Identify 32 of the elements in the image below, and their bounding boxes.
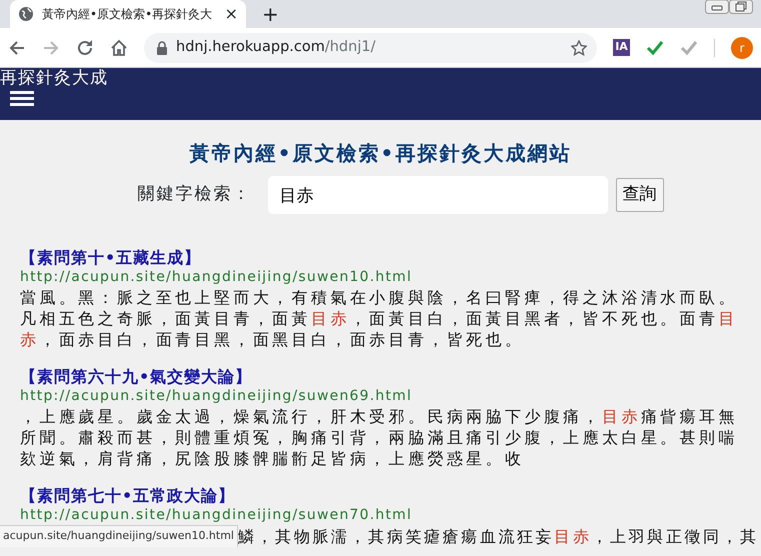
site-brand[interactable]: 再探針灸大成 [0, 68, 108, 88]
search-field[interactable]: 目赤 [268, 176, 608, 214]
menu-icon[interactable] [10, 91, 34, 107]
result-link[interactable]: http://acupun.site/huangdineijing/suwen69.html [20, 387, 412, 406]
page-title: 黃帝內經•原文檢索•再探針灸大成網站 [190, 140, 572, 167]
lock-icon [156, 40, 168, 54]
star-icon[interactable] [571, 40, 587, 56]
result-link[interactable]: http://acupun.site/huangdineijing/suwen10.html [20, 268, 412, 287]
result-heading[interactable]: 【素問第十•五藏生成】 [20, 248, 202, 268]
search-label: 關鍵字檢索： [138, 183, 252, 206]
home-icon[interactable] [110, 38, 128, 56]
search-button[interactable]: 查詢 [616, 178, 664, 212]
tab-close-button[interactable]: × [224, 2, 238, 26]
result-snippet: 當風。黑：脈之至也上堅而大，有積氣在小腹與陰，名曰腎痺，得之沐浴清水而臥。凡相五色之奇脈，面黃目青，面黃 目赤，面黃目白，面黃目黑者，皆不死也。面青 目赤，面赤目白，面青目黑，面黑目白，面赤目青，皆死也。 [20, 287, 739, 350]
new-tab-button[interactable]: + [262, 4, 279, 24]
check-icon[interactable] [680, 40, 698, 56]
address-bar[interactable]: hdnj.herokuapp.com/hdnj1/ [144, 32, 597, 62]
back-icon[interactable] [8, 38, 26, 56]
result-heading[interactable]: 【素問第七十•五常政大論】 [20, 486, 236, 506]
minimize-icon[interactable] [705, 0, 729, 14]
restore-icon[interactable] [729, 0, 753, 14]
check-icon[interactable] [646, 40, 664, 56]
result-snippet: 鱗，其物脈濡，其病笑瘧瘡瘍血流狂妄 目赤，上羽與正徵同，其 [238, 526, 759, 546]
result-snippet: ，上應歲星。歲金太過，燥氣流行，肝木受邪。民病兩脇下少腹痛，目赤 痛眥瘍耳無所聞。肅殺而甚，則體重煩冤，胸痛引背，兩脇滿且痛引少腹，上應太白星。甚則喘欬逆氣，肩背痛，尻陰股膝髀腨䯒足皆病，上應熒惑星。收 [20, 406, 739, 469]
reload-icon[interactable] [76, 38, 94, 56]
status-bar: acupun.site/huangdineijing/suwen10.html [0, 525, 238, 546]
browser-tab[interactable]: 黃帝內經•原文檢索•再探針灸大 × [10, 0, 246, 28]
result-link[interactable]: http://acupun.site/huangdineijing/suwen70.html [20, 506, 412, 525]
extension-button[interactable]: IA [613, 39, 630, 56]
result-heading[interactable]: 【素問第六十九•氣交變大論】 [20, 367, 252, 387]
globe-icon [18, 6, 34, 22]
url-text: hdnj.herokuapp.com/hdnj1/ [176, 38, 376, 57]
